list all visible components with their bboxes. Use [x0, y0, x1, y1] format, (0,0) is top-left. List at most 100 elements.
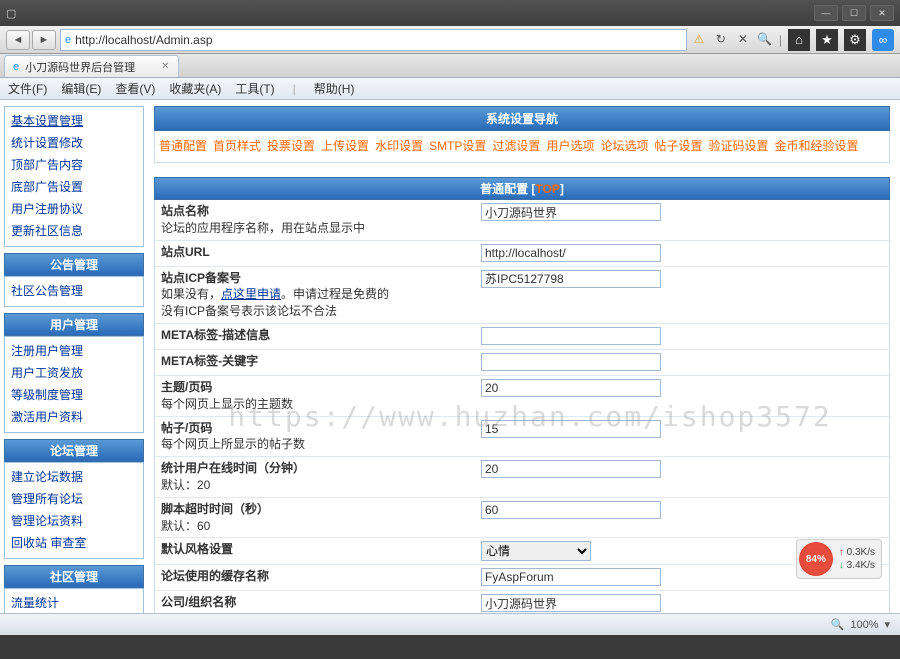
titlebar-left: ▢	[6, 7, 814, 20]
menu-view[interactable]: 查看(V)	[115, 80, 155, 97]
form-text-input[interactable]	[481, 353, 661, 371]
sidebar-section-header: 用户管理	[4, 313, 144, 336]
tab-strip: e 小刀源码世界后台管理 ✕	[0, 54, 900, 78]
form-row: 脚本超时时间（秒）默认：60	[155, 498, 889, 539]
menu-file[interactable]: 文件(F)	[8, 80, 47, 97]
refresh-icon[interactable]: ↻	[713, 32, 729, 48]
form-text-input[interactable]	[481, 327, 661, 345]
sidebar-item[interactable]: 等级制度管理	[5, 384, 143, 405]
sidebar-item[interactable]: 社区公告管理	[5, 280, 143, 301]
close-button[interactable]: ✕	[870, 5, 894, 21]
menu-help[interactable]: 帮助(H)	[314, 80, 355, 97]
config-nav-link[interactable]: 论坛选项	[600, 139, 648, 153]
addon-icon[interactable]: ∞	[872, 29, 894, 51]
title-icon: ▢	[6, 7, 16, 20]
form-row: 统计用户在线时间（分钟）默认：20	[155, 457, 889, 498]
form-row: 默认风格设置心情	[155, 538, 889, 565]
form-text-input[interactable]	[481, 420, 661, 438]
sidebar-item[interactable]: 更新社区信息	[5, 220, 143, 241]
sidebar-item[interactable]: 回收站 审查室	[5, 532, 143, 553]
sidebar-item[interactable]: 管理论坛资料	[5, 510, 143, 531]
tab-close-icon[interactable]: ✕	[161, 61, 169, 72]
sidebar-item[interactable]: 基本设置管理	[5, 110, 143, 131]
zoom-value: 100%	[850, 619, 878, 631]
minimize-button[interactable]: —	[814, 5, 838, 21]
search-icon[interactable]: 🔍	[757, 32, 773, 48]
settings-icon[interactable]: ⚙	[844, 29, 866, 51]
form-label: 统计用户在线时间（分钟）默认：20	[161, 460, 481, 494]
config-nav-link[interactable]: 用户选项	[546, 139, 594, 153]
speed-readout: 0.3K/s 3.4K/s	[839, 546, 875, 572]
form-row: 站点URL	[155, 241, 889, 267]
sidebar-item[interactable]: 流量统计	[5, 592, 143, 613]
form-label: 站点ICP备案号如果没有，点这里申请。申请过程是免费的没有ICP备案号表示该论坛…	[161, 270, 481, 320]
form-input-wrap	[481, 594, 883, 612]
zoom-icon[interactable]: 🔍	[831, 618, 845, 631]
window-titlebar: ▢ — ☐ ✕	[0, 0, 900, 26]
config-nav-link[interactable]: 投票设置	[267, 139, 315, 153]
form-select[interactable]: 心情	[481, 541, 591, 561]
form-input-wrap	[481, 420, 883, 438]
form-text-input[interactable]	[481, 244, 661, 262]
config-nav-link[interactable]: 首页样式	[213, 139, 261, 153]
config-nav-link[interactable]: 水印设置	[375, 139, 423, 153]
sidebar-section-header: 社区管理	[4, 565, 144, 588]
config-nav-link[interactable]: 过滤设置	[492, 139, 540, 153]
favorites-icon[interactable]: ★	[816, 29, 838, 51]
config-nav-link[interactable]: 普通配置	[159, 139, 207, 153]
form-label: 公司/组织名称	[161, 594, 481, 611]
sidebar-item[interactable]: 用户注册协议	[5, 198, 143, 219]
forward-button[interactable]: ►	[32, 30, 56, 50]
url-field-wrap: e	[60, 29, 687, 51]
top-link[interactable]: TOP	[535, 182, 559, 196]
form-text-input[interactable]	[481, 501, 661, 519]
form-label: 默认风格设置	[161, 541, 481, 558]
form-text-input[interactable]	[481, 379, 661, 397]
menu-edit[interactable]: 编辑(E)	[61, 80, 101, 97]
status-bar: 🔍 100% ▾	[0, 613, 900, 635]
back-button[interactable]: ◄	[6, 30, 30, 50]
sidebar-item[interactable]: 激活用户资料	[5, 406, 143, 427]
config-nav-link[interactable]: 验证码设置	[708, 139, 768, 153]
tab-title: 小刀源码世界后台管理	[25, 59, 135, 75]
config-nav-link[interactable]: SMTP设置	[429, 139, 486, 153]
config-form: 站点名称论坛的应用程序名称，用在站点显示中站点URL站点ICP备案号如果没有，点…	[154, 200, 890, 618]
home-icon[interactable]: ⌂	[788, 29, 810, 51]
sidebar-item[interactable]: 注册用户管理	[5, 340, 143, 361]
sidebar-section-items: 社区公告管理	[4, 276, 144, 307]
form-text-input[interactable]	[481, 568, 661, 586]
form-text-input[interactable]	[481, 203, 661, 221]
sidebar-item[interactable]: 建立论坛数据	[5, 466, 143, 487]
form-input-wrap	[481, 353, 883, 371]
form-input-wrap	[481, 270, 883, 288]
config-nav-link[interactable]: 帖子设置	[654, 139, 702, 153]
section-title: 普通配置 [TOP]	[154, 177, 890, 200]
menu-tools[interactable]: 工具(T)	[235, 80, 274, 97]
separator: |	[779, 33, 782, 47]
sidebar-item[interactable]: 顶部广告内容	[5, 154, 143, 175]
sidebar-item[interactable]: 管理所有论坛	[5, 488, 143, 509]
zoom-dropdown-icon[interactable]: ▾	[884, 618, 890, 631]
form-text-input[interactable]	[481, 594, 661, 612]
network-speed-widget[interactable]: 84% 0.3K/s 3.4K/s	[796, 539, 882, 579]
maximize-button[interactable]: ☐	[842, 5, 866, 21]
browser-tab[interactable]: e 小刀源码世界后台管理 ✕	[4, 55, 179, 77]
stop-icon[interactable]: ✕	[735, 32, 751, 48]
url-input[interactable]	[75, 33, 682, 47]
upload-speed: 0.3K/s	[839, 546, 875, 559]
sidebar-item[interactable]: 统计设置修改	[5, 132, 143, 153]
tab-favicon: e	[13, 61, 19, 73]
form-row: META标签-关键字	[155, 350, 889, 376]
config-nav-link[interactable]: 上传设置	[321, 139, 369, 153]
menu-favorites[interactable]: 收藏夹(A)	[169, 80, 221, 97]
sidebar-item[interactable]: 底部广告设置	[5, 176, 143, 197]
form-text-input[interactable]	[481, 460, 661, 478]
form-input-wrap	[481, 379, 883, 397]
form-label: 主题/页码每个网页上显示的主题数	[161, 379, 481, 413]
compat-icon[interactable]: ⚠	[691, 32, 707, 48]
sidebar-item[interactable]: 用户工资发放	[5, 362, 143, 383]
form-input-wrap	[481, 203, 883, 221]
form-text-input[interactable]	[481, 270, 661, 288]
config-nav-link[interactable]: 金币和经验设置	[775, 139, 859, 153]
form-input-wrap	[481, 460, 883, 478]
